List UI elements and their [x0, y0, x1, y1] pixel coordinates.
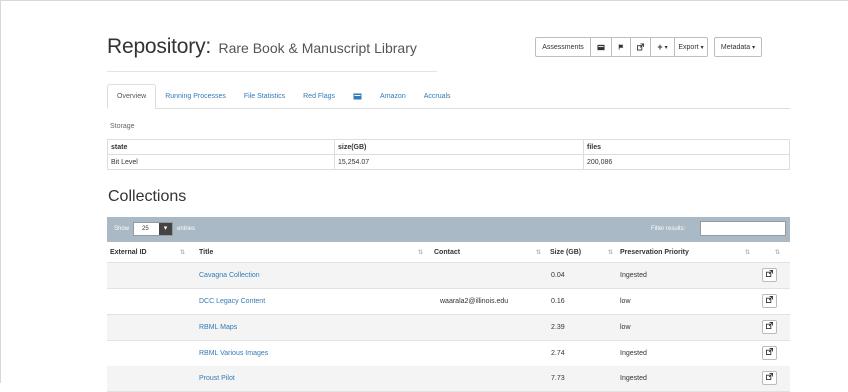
page-title-main: Repository: — [107, 35, 212, 58]
repository-tabs: Overview Running Processes File Statisti… — [107, 84, 790, 109]
storage-files: 200,086 — [583, 154, 790, 170]
tab-card[interactable] — [344, 84, 371, 108]
row-title-link[interactable]: DCC Legacy Content — [199, 298, 265, 305]
col-title[interactable]: Title — [199, 249, 213, 256]
row-title-link[interactable]: RBML Maps — [199, 324, 237, 331]
assessments-label: Assessments — [542, 43, 584, 51]
row-title-link[interactable]: Proust Pilot — [199, 375, 235, 382]
export-label: Export — [678, 43, 699, 51]
row-priority: Ingested — [620, 375, 647, 382]
filter-input[interactable] — [700, 221, 786, 236]
storage-header-state: state — [107, 139, 335, 155]
plus-icon: + — [657, 42, 663, 52]
chevron-down-icon: ▾ — [159, 223, 172, 235]
row-contact: waarala2@illinois.edu — [440, 298, 509, 305]
metadata-dropdown-button[interactable]: Metadata ▾ — [714, 37, 762, 57]
export-dropdown-button[interactable]: Export ▾ — [674, 37, 708, 57]
row-title-link[interactable]: RBML Various Images — [199, 350, 268, 357]
card-icon — [353, 93, 362, 99]
show-label: Show — [114, 226, 130, 232]
table-row: Cavagna Collection 0.04 Ingested — [107, 263, 790, 289]
row-size: 2.39 — [551, 324, 565, 331]
flag-icon — [618, 44, 624, 50]
row-open-button[interactable] — [762, 346, 777, 360]
window-left-border — [0, 0, 1, 383]
metadata-label: Metadata — [720, 43, 751, 51]
collections-heading: Collections — [108, 188, 187, 205]
entries-label: entries — [177, 226, 196, 232]
window-top-border — [0, 0, 848, 1]
collections-header-row: External ID ⇅ Title ⇅ Contact ⇅ Size (GB… — [107, 242, 790, 263]
external-link-icon — [766, 373, 773, 380]
external-link-icon — [637, 43, 644, 51]
sort-icon[interactable]: ⇅ — [418, 249, 423, 256]
page-title-repository-name: Rare Book & Manuscript Library — [218, 40, 417, 56]
sort-icon[interactable]: ⇅ — [745, 249, 750, 256]
add-dropdown-button[interactable]: + ▾ — [650, 37, 675, 57]
row-size: 0.16 — [551, 298, 565, 305]
row-priority: low — [620, 298, 631, 305]
table-row: RBML Maps 2.39 low — [107, 315, 790, 341]
table-row: Proust Pilot 7.73 Ingested — [107, 366, 790, 392]
page-title: Repository: Rare Book & Manuscript Libra… — [107, 35, 437, 72]
tab-amazon[interactable]: Amazon — [371, 84, 415, 108]
row-size: 0.04 — [551, 272, 565, 279]
tab-accruals[interactable]: Accruals — [415, 84, 460, 108]
repository-toolbar: Assessments + ▾ Export ▾ Metadata ▾ — [535, 37, 762, 59]
row-size: 2.74 — [551, 350, 565, 357]
table-row: RBML Various Images 2.74 Ingested — [107, 341, 790, 367]
flag-button[interactable] — [611, 37, 631, 57]
chevron-down-icon: ▾ — [700, 44, 704, 51]
tab-running-processes[interactable]: Running Processes — [156, 84, 235, 108]
storage-row: Bit Level 15,254.07 200,086 — [107, 154, 790, 170]
tab-red-flags[interactable]: Red Flags — [294, 84, 344, 108]
tab-overview[interactable]: Overview — [107, 84, 157, 109]
storage-label: Storage — [110, 123, 135, 130]
page-length-value: 25 — [142, 226, 149, 232]
col-preservation-priority[interactable]: Preservation Priority — [620, 249, 689, 256]
external-link-icon — [766, 348, 773, 355]
storage-table: state size(GB) files Bit Level 15,254.07… — [107, 139, 790, 170]
chevron-down-icon: ▾ — [752, 44, 756, 51]
row-priority: low — [620, 324, 631, 331]
card-button[interactable] — [590, 37, 612, 57]
storage-header-size: size(GB) — [334, 139, 584, 155]
card-icon — [597, 44, 605, 50]
row-priority: Ingested — [620, 350, 647, 357]
edit-link-button[interactable] — [630, 37, 651, 57]
sort-icon[interactable]: ⇅ — [608, 249, 613, 256]
col-size[interactable]: Size (GB) — [550, 249, 581, 256]
storage-size: 15,254.07 — [334, 154, 584, 170]
sort-icon[interactable]: ⇅ — [775, 249, 780, 256]
row-open-button[interactable] — [762, 268, 777, 282]
row-title-link[interactable]: Cavagna Collection — [199, 272, 260, 279]
row-open-button[interactable] — [762, 294, 777, 308]
row-open-button[interactable] — [762, 320, 777, 334]
page-length-select[interactable]: 25 ▾ — [133, 222, 173, 236]
row-size: 7.73 — [551, 375, 565, 382]
tab-file-statistics[interactable]: File Statistics — [235, 84, 294, 108]
sort-icon[interactable]: ⇅ — [536, 249, 541, 256]
storage-header-files: files — [583, 139, 790, 155]
row-priority: Ingested — [620, 272, 647, 279]
col-contact[interactable]: Contact — [434, 249, 460, 256]
collections-table-controls: Show 25 ▾ entries Filter results: — [107, 217, 790, 242]
storage-header-row: state size(GB) files — [107, 139, 790, 155]
assessments-button[interactable]: Assessments — [535, 37, 591, 57]
filter-label: Filter results: — [651, 226, 686, 232]
external-link-icon — [766, 322, 773, 329]
storage-state: Bit Level — [107, 154, 335, 170]
chevron-down-icon: ▾ — [664, 44, 668, 51]
table-row: DCC Legacy Content waarala2@illinois.edu… — [107, 289, 790, 315]
col-external-id[interactable]: External ID — [110, 249, 147, 256]
external-link-icon — [766, 270, 773, 277]
sort-icon[interactable]: ⇅ — [180, 249, 185, 256]
external-link-icon — [766, 296, 773, 303]
